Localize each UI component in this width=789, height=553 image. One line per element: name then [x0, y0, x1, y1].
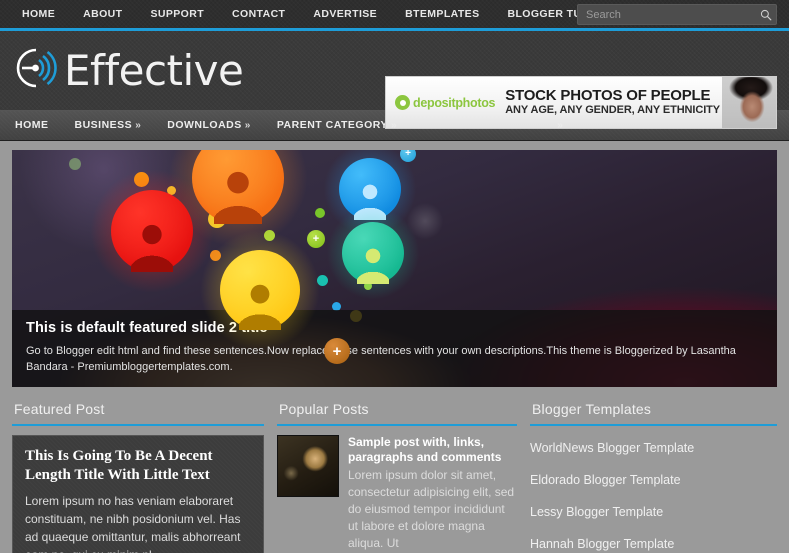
- search-icon[interactable]: [756, 9, 776, 21]
- blogger-template-link[interactable]: Lessy Blogger Template: [530, 499, 777, 531]
- topnav-support[interactable]: SUPPORT: [136, 0, 218, 28]
- featured-post-heading: Featured Post: [12, 397, 264, 426]
- featured-post-column: Featured Post This Is Going To Be A Dece…: [12, 397, 264, 553]
- slide-dot: [69, 158, 81, 170]
- mainnav-business[interactable]: BUSINESS»: [62, 111, 155, 140]
- slide-title: This is default featured slide 2 title: [26, 320, 268, 336]
- topnav-home[interactable]: HOME: [8, 0, 69, 28]
- ad-subhead: ANY AGE, ANY GENDER, ANY ETHNICITY: [505, 104, 721, 117]
- blogger-template-link[interactable]: Hannah Blogger Template: [530, 531, 777, 553]
- top-navigation: HOME ABOUT SUPPORT CONTACT ADVERTISE BTEMPLAT…: [0, 0, 644, 28]
- featured-slider[interactable]: + + + This is default featured slide 2 t…: [12, 150, 777, 387]
- list-item[interactable]: Sample post with, links, paragraphs and …: [277, 435, 517, 552]
- content-columns: Featured Post This Is Going To Be A Dece…: [0, 387, 789, 553]
- topnav-about[interactable]: ABOUT: [69, 0, 136, 28]
- slide-bubble-red: [88, 167, 216, 295]
- ad-copy: STOCK PHOTOS OF PEOPLE ANY AGE, ANY GEND…: [495, 88, 720, 116]
- blogger-templates-list: WorldNews Blogger Template Eldorado Blogg…: [530, 435, 777, 553]
- slide-bubble-teal: [324, 204, 422, 302]
- chevron-right-icon: »: [390, 120, 398, 131]
- mainnav-home[interactable]: HOME: [2, 111, 62, 140]
- popular-post-thumbnail[interactable]: [277, 435, 339, 497]
- popular-post-title[interactable]: Sample post with, links, paragraphs and …: [348, 435, 517, 465]
- slide-bubble-yellow: [197, 227, 323, 353]
- featured-slider-section: + + + This is default featured slide 2 t…: [0, 141, 789, 387]
- mainnav-downloads[interactable]: DOWNLOADS»: [154, 111, 264, 140]
- slide-plus-badge-top: +: [400, 150, 416, 162]
- chevron-right-icon: »: [557, 120, 564, 131]
- slide-dot: [315, 208, 325, 218]
- ad-model-photo: [722, 77, 776, 128]
- chevron-right-icon: »: [135, 120, 142, 131]
- advertisement-banner[interactable]: depositphotos STOCK PHOTOS OF PEOPLE ANY…: [385, 76, 777, 129]
- search-input[interactable]: [578, 8, 756, 21]
- topnav-btemplates[interactable]: BTEMPLATES: [391, 0, 493, 28]
- popular-posts-heading: Popular Posts: [277, 397, 517, 426]
- site-logo[interactable]: Effective: [12, 45, 244, 96]
- signal-wave-icon: [12, 45, 58, 96]
- blogger-templates-heading: Blogger Templates: [530, 397, 777, 426]
- topnav-contact[interactable]: CONTACT: [218, 0, 299, 28]
- site-title: Effective: [64, 45, 244, 95]
- blogger-templates-column: Blogger Templates WorldNews Blogger Temp…: [530, 397, 777, 553]
- slide-plus-badge-large: +: [324, 338, 350, 364]
- featured-post-snippet: Lorem ipsum no has veniam elaboraret con…: [25, 494, 241, 553]
- search-box[interactable]: [577, 4, 777, 25]
- topnav-advertise[interactable]: ADVERTISE: [299, 0, 391, 28]
- popular-post-snippet: Lorem ipsum dolor sit amet, consectetur …: [348, 468, 515, 550]
- ad-headline: STOCK PHOTOS OF PEOPLE: [505, 87, 711, 105]
- ad-advertiser-logo: depositphotos: [386, 95, 496, 110]
- featured-post-title[interactable]: This Is Going To Be A Decent Length Titl…: [25, 447, 251, 485]
- slide-plus-badge-small: +: [307, 230, 325, 248]
- top-bar: HOME ABOUT SUPPORT CONTACT ADVERTISE BTEMPLAT…: [0, 0, 789, 31]
- slide-caption: This is default featured slide 2 title G…: [12, 310, 777, 387]
- ad-brand-name: depositphotos: [413, 95, 496, 110]
- featured-post-card[interactable]: This Is Going To Be A Decent Length Titl…: [12, 435, 264, 553]
- depositphotos-mark-icon: [395, 95, 410, 110]
- site-header: Effective depositphotos STOCK PHOTOS OF …: [0, 31, 789, 129]
- chevron-right-icon: »: [244, 120, 251, 131]
- blogger-template-link[interactable]: WorldNews Blogger Template: [530, 435, 777, 467]
- popular-posts-column: Popular Posts Sample post with, links, p…: [277, 397, 517, 553]
- blogger-template-link[interactable]: Eldorado Blogger Template: [530, 467, 777, 499]
- popular-post-text: Sample post with, links, paragraphs and …: [348, 435, 517, 552]
- slide-description: Go to Blogger edit html and find these s…: [26, 345, 736, 373]
